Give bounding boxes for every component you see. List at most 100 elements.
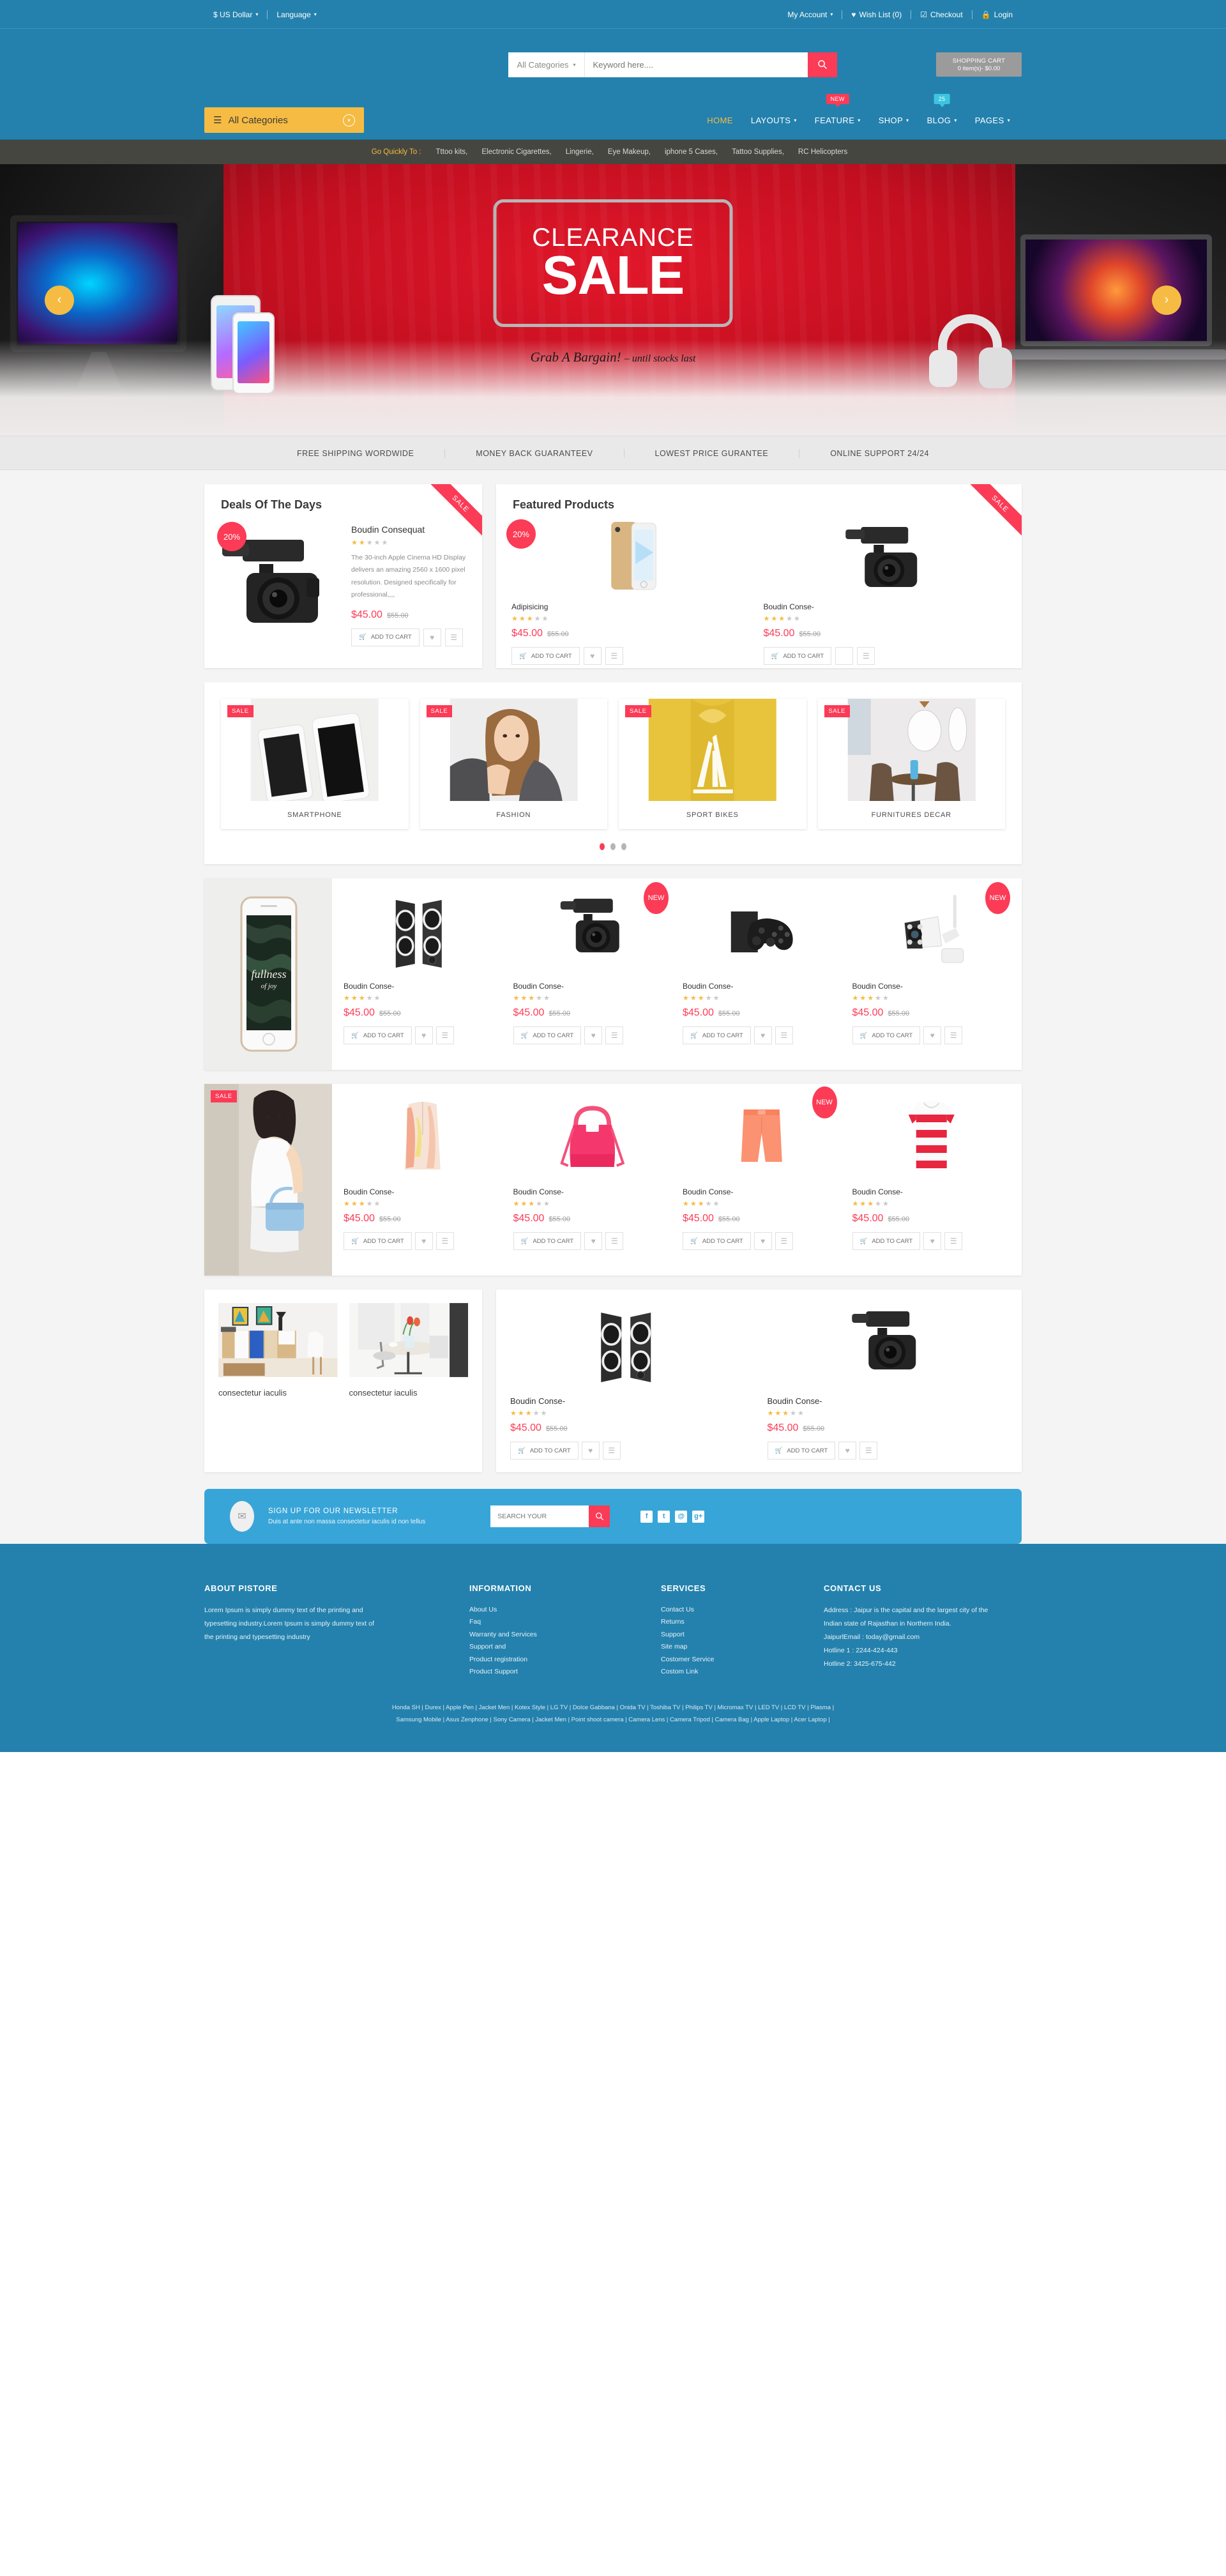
nav-item-feature[interactable]: NEW FEATURE ▾	[815, 93, 861, 129]
product-image[interactable]	[768, 1301, 1008, 1387]
compare-button[interactable]: ☰	[435, 1026, 454, 1044]
wishlist-button[interactable]	[835, 647, 854, 665]
footer-link-contact-us[interactable]: Contact Us	[661, 1604, 824, 1616]
product-name[interactable]: Boudin Conse-	[768, 1396, 1008, 1406]
footer-link-costomer-service[interactable]: Costomer Service	[661, 1654, 824, 1666]
compare-button[interactable]: ☰	[444, 628, 463, 646]
footer-link-warranty-and-services[interactable]: Warranty and Services	[469, 1629, 661, 1641]
compare-button[interactable]: ☰	[435, 1232, 454, 1250]
footer-link-about-us[interactable]: About Us	[469, 1604, 661, 1616]
product-name[interactable]: Boudin Conse-	[510, 1396, 751, 1406]
add-to-cart-button[interactable]: 🛒 ADD TO CART	[510, 1442, 579, 1459]
currency-selector[interactable]: $ US Dollar ▾	[204, 10, 267, 19]
add-to-cart-button[interactable]: 🛒 ADD TO CART	[513, 1026, 582, 1044]
twitter-icon[interactable]: t	[658, 1510, 670, 1523]
category-card-sport-bikes[interactable]: SALE SPORT BIKES	[619, 699, 806, 829]
compare-button[interactable]: ☰	[775, 1026, 793, 1044]
compare-button[interactable]: ☰	[857, 647, 875, 665]
wishlist-button[interactable]: ♥	[581, 1442, 600, 1459]
product-name[interactable]: Boudin Conse-	[513, 1187, 672, 1196]
product-image[interactable]	[344, 1095, 502, 1178]
search-input[interactable]	[585, 52, 808, 77]
product-image[interactable]	[344, 890, 502, 973]
compare-button[interactable]: ☰	[605, 1026, 624, 1044]
add-to-cart-button[interactable]: 🛒 ADD TO CART	[511, 647, 580, 665]
compare-button[interactable]: ☰	[944, 1026, 963, 1044]
wishlist-button[interactable]: ♥	[583, 647, 602, 665]
checkout-link[interactable]: ☑ Checkout	[911, 10, 971, 19]
add-to-cart-button[interactable]: 🛒 ADD TO CART	[852, 1026, 921, 1044]
nav-item-blog[interactable]: 25 BLOG ▾	[927, 93, 957, 129]
footer-link-site-map[interactable]: Site map	[661, 1641, 824, 1653]
rss-icon[interactable]: @	[675, 1510, 688, 1523]
wishlist-button[interactable]: ♥	[838, 1442, 857, 1459]
nav-item-home[interactable]: HOME	[707, 112, 733, 129]
newsletter-input[interactable]	[490, 1505, 589, 1527]
quick-link-electronic-cigarettes[interactable]: Electronic Cigarettes,	[474, 148, 558, 156]
add-to-cart-button[interactable]: 🛒 ADD TO CART	[852, 1232, 921, 1250]
blog-post-title[interactable]: consectetur iaculis	[349, 1388, 469, 1398]
add-to-cart-button[interactable]: 🛒 ADD TO CART	[683, 1026, 751, 1044]
fashion-side-banner[interactable]: SALE	[204, 1084, 332, 1276]
add-to-cart-button[interactable]: 🛒 ADD TO CART	[344, 1026, 412, 1044]
newsletter-submit-button[interactable]	[589, 1505, 610, 1527]
deal-product-name[interactable]: Boudin Consequat	[351, 524, 467, 535]
quick-link-tattoo-supplies[interactable]: Tattoo Supplies,	[725, 148, 791, 156]
wishlist-button[interactable]: ♥	[584, 1026, 603, 1044]
blog-post-card[interactable]: consectetur iaculis	[218, 1302, 338, 1398]
all-categories-button[interactable]: ☰ All Categories ▾	[204, 107, 364, 133]
product-name[interactable]: Boudin Conse-	[344, 982, 502, 991]
product-name[interactable]: Boudin Conse-	[344, 1187, 502, 1196]
compare-button[interactable]: ☰	[859, 1442, 878, 1459]
wishlist-button[interactable]: ♥	[923, 1026, 942, 1044]
featured-product-name[interactable]: Adipisicing	[511, 602, 755, 611]
login-link[interactable]: 🔒 Login	[971, 10, 1022, 19]
product-name[interactable]: Boudin Conse-	[513, 982, 672, 991]
wishlist-button[interactable]: ♥	[753, 1232, 772, 1250]
electronics-side-banner[interactable]: fullness of joy	[204, 878, 332, 1070]
featured-product-image[interactable]: 20%	[506, 517, 755, 595]
compare-button[interactable]: ☰	[602, 1442, 621, 1459]
search-submit-button[interactable]	[807, 52, 837, 77]
footer-brand-line-1[interactable]: Honda SH | Durex | Apple Pen | Jacket Me…	[0, 1702, 1226, 1714]
wishlist-button[interactable]: ♥	[414, 1232, 433, 1250]
compare-button[interactable]: ☰	[775, 1232, 793, 1250]
product-name[interactable]: Boudin Conse-	[683, 1187, 841, 1196]
product-image[interactable]	[510, 1301, 751, 1387]
shopping-cart-button[interactable]: SHOPPING CART 0 item(s)- $0.00	[936, 52, 1022, 77]
footer-link-costom-link[interactable]: Costom Link	[661, 1666, 824, 1678]
wish-list-link[interactable]: ♥ Wish List (0)	[842, 10, 911, 19]
carousel-dot-3[interactable]	[621, 843, 626, 850]
blog-post-title[interactable]: consectetur iaculis	[218, 1388, 338, 1398]
featured-product-name[interactable]: Boudin Conse-	[764, 602, 1007, 611]
quick-link-rc-helicopters[interactable]: RC Helicopters	[791, 148, 854, 156]
carousel-dot-1[interactable]	[600, 843, 605, 850]
compare-button[interactable]: ☰	[605, 1232, 624, 1250]
wishlist-button[interactable]: ♥	[414, 1026, 433, 1044]
add-to-cart-button[interactable]: 🛒 ADD TO CART	[683, 1232, 751, 1250]
product-name[interactable]: Boudin Conse-	[852, 982, 1011, 991]
footer-link-support[interactable]: Support	[661, 1629, 824, 1641]
quick-link-eye-makeup[interactable]: Eye Makeup,	[601, 148, 658, 156]
product-image[interactable]	[683, 890, 841, 973]
wishlist-button[interactable]: ♥	[753, 1026, 772, 1044]
deal-product-image[interactable]: 20%	[217, 518, 347, 639]
product-name[interactable]: Boudin Conse-	[852, 1187, 1011, 1196]
product-image[interactable]: NEW	[513, 882, 672, 973]
hero-prev-button[interactable]: ‹	[45, 285, 74, 315]
product-image[interactable]	[852, 1095, 1011, 1178]
quick-link-lingerie[interactable]: Lingerie,	[559, 148, 601, 156]
add-to-cart-button[interactable]: 🛒 ADD TO CART	[513, 1232, 582, 1250]
product-name[interactable]: Boudin Conse-	[683, 982, 841, 991]
footer-link-returns[interactable]: Returns	[661, 1616, 824, 1628]
search-category-select[interactable]: All Categories ▾	[508, 52, 586, 77]
category-card-furnitures-decar[interactable]: SALE FURNITURES DECAR	[817, 699, 1005, 829]
nav-item-shop[interactable]: SHOP ▾	[879, 112, 909, 129]
quick-link-iphone-5-cases[interactable]: iphone 5 Cases,	[658, 148, 725, 156]
wishlist-button[interactable]: ♥	[423, 628, 441, 646]
featured-product-image[interactable]	[764, 517, 1007, 595]
carousel-dot-2[interactable]	[610, 843, 616, 850]
add-to-cart-button[interactable]: 🛒 ADD TO CART	[767, 1442, 836, 1459]
blog-post-card[interactable]: consectetur iaculis	[349, 1302, 469, 1398]
hero-next-button[interactable]: ›	[1152, 285, 1181, 315]
